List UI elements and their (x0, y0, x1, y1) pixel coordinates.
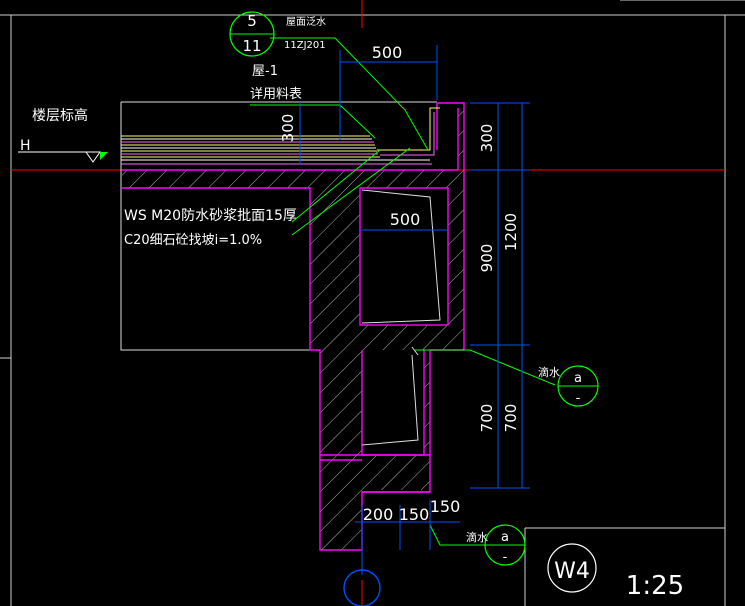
dim-bottom-150b: 150 (430, 497, 461, 516)
lower-step (320, 490, 362, 550)
detail-drawing: 5 11 屋面泛水 11ZJ201 屋-1 详用料表 楼层标高 H WS M20… (0, 0, 745, 606)
drawing-title: W4 (554, 559, 590, 584)
roof-layer-label-2: 详用料表 (250, 87, 302, 102)
detail-ref-bottom: 11 (242, 37, 261, 55)
roof-layer-label-1: 屋-1 (252, 64, 278, 79)
dim-right-900: 900 (478, 244, 496, 273)
floor-level-label: 楼层标高 (32, 107, 88, 124)
floor-level-marker (18, 151, 108, 163)
drip-ref-2-label: 滴水 (466, 530, 488, 544)
dim-right-1200: 1200 (502, 213, 520, 251)
detail-ref-top: 5 (247, 12, 257, 30)
drawing-scale: 1:25 (626, 571, 684, 601)
dim-right-300: 300 (478, 124, 496, 153)
dim-bottom-150a: 150 (399, 505, 430, 524)
lower-bottom (320, 460, 430, 490)
drip-ref-1-label: 滴水 (538, 365, 560, 379)
dim-top-width: 500 (372, 43, 403, 62)
floor-level-symbol: H (20, 138, 31, 154)
drip-ref-1-bottom: - (576, 391, 581, 406)
dim-roof-height: 300 (279, 114, 297, 143)
note-c20: C20细石砼找坡i=1.0% (124, 233, 262, 248)
drip-ref-1-top: a (574, 371, 582, 386)
detail-ref-atlas: 11ZJ201 (284, 40, 326, 51)
note-ws: WS M20防水砂浆批面15厚 (124, 208, 297, 224)
detail-ref-title: 屋面泛水 (286, 16, 326, 28)
cad-drawing: 5 11 屋面泛水 11ZJ201 屋-1 详用料表 楼层标高 H WS M20… (0, 0, 745, 606)
dim-right-700a: 700 (478, 404, 496, 433)
dim-bottom-200: 200 (363, 505, 394, 524)
dim-right-700b: 700 (502, 404, 520, 433)
drip-ref-2-top: a (501, 530, 509, 545)
drip-ref-2-bottom: - (503, 550, 508, 565)
dim-inner-width: 500 (390, 210, 421, 229)
lower-void (362, 350, 424, 455)
